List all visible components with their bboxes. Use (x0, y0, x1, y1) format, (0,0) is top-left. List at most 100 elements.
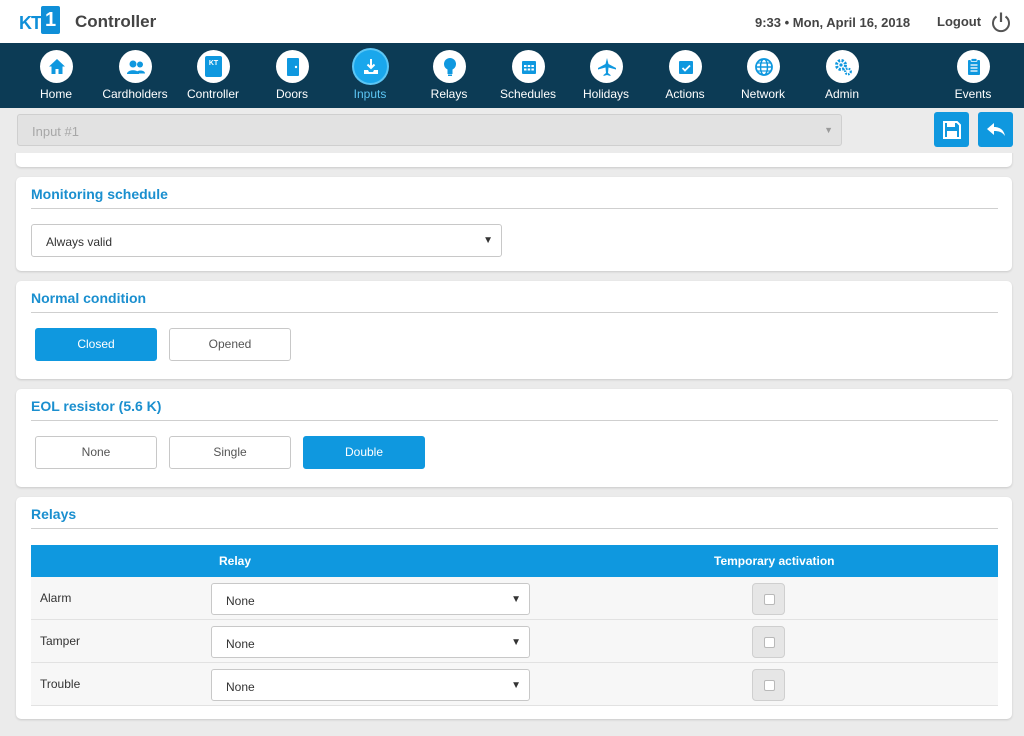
top-header: KT 1 Controller 9:33 • Mon, April 16, 20… (0, 0, 1024, 43)
temporary-activation-checkbox[interactable] (764, 637, 775, 648)
users-icon (119, 50, 152, 83)
divider (31, 208, 998, 209)
divider (31, 312, 998, 313)
logout-link[interactable]: Logout (937, 14, 981, 29)
monitoring-schedule-value: Always valid (46, 235, 113, 249)
relays-table-header: Relay Temporary activation (31, 545, 998, 577)
nav-label-relays: Relays (430, 87, 468, 101)
temporary-activation-checkbox[interactable] (764, 594, 775, 605)
kt1-logo: KT 1 (19, 6, 61, 36)
temporary-activation-checkbox-wrap[interactable] (752, 626, 785, 658)
nav-label-actions: Actions (665, 87, 705, 101)
nav-inputs[interactable]: Inputs (330, 43, 410, 108)
lightbulb-icon (433, 50, 466, 83)
eol-resistor-title: EOL resistor (5.6 K) (31, 398, 162, 414)
column-header-relay: Relay (219, 554, 252, 568)
row-name: Tamper (40, 634, 81, 648)
chevron-down-icon: ▼ (483, 235, 493, 246)
chevron-down-icon: ▼ (511, 680, 521, 691)
column-header-temporary-activation: Temporary activation (714, 554, 835, 568)
nav-label-home: Home (39, 87, 72, 101)
relay-select-value: None (226, 637, 255, 651)
temporary-activation-checkbox-wrap[interactable] (752, 583, 785, 615)
temporary-activation-checkbox-wrap[interactable] (752, 669, 785, 701)
airplane-icon (590, 50, 623, 83)
floppy-disk-icon (942, 120, 961, 139)
row-name: Alarm (40, 591, 72, 605)
globe-icon (747, 50, 780, 83)
relay-select[interactable]: None ▼ (211, 669, 530, 701)
table-row: Trouble None ▼ (31, 663, 998, 706)
logo-number: 1 (41, 6, 60, 34)
nav-label-controller: Controller (186, 87, 240, 101)
clipboard-icon (957, 50, 990, 83)
table-row: Tamper None ▼ (31, 620, 998, 663)
nav-holidays[interactable]: Holidays (566, 43, 646, 108)
home-icon (40, 50, 73, 83)
relay-select[interactable]: None ▼ (211, 583, 530, 615)
nav-network[interactable]: Network (723, 43, 803, 108)
nav-label-network: Network (740, 87, 785, 101)
calendar-icon (512, 50, 545, 83)
current-datetime: 9:33 • Mon, April 16, 2018 (755, 15, 911, 30)
chevron-down-icon: ▼ (511, 594, 521, 605)
power-icon[interactable] (990, 11, 1012, 33)
monitoring-schedule-title: Monitoring schedule (31, 186, 168, 202)
normal-closed-button[interactable]: Closed (35, 328, 157, 361)
nav-actions[interactable]: Actions (645, 43, 725, 108)
temporary-activation-checkbox[interactable] (764, 680, 775, 691)
relay-select-value: None (226, 680, 255, 694)
calendar-check-icon (669, 50, 702, 83)
relay-select[interactable]: None ▼ (211, 626, 530, 658)
divider (31, 528, 998, 529)
nav-label-doors: Doors (275, 87, 308, 101)
eol-resistor-panel: EOL resistor (5.6 K) None Single Double (16, 389, 1012, 487)
content-area[interactable]: Monitoring schedule Always valid ▼ Norma… (0, 153, 1024, 736)
logo-text: KT (19, 13, 42, 33)
nav-cardholders[interactable]: Cardholders (95, 43, 175, 108)
controller-badge: KT (205, 56, 222, 77)
relays-title: Relays (31, 506, 77, 522)
eol-none-button[interactable]: None (35, 436, 157, 469)
normal-condition-panel: Normal condition Closed Opened (16, 281, 1012, 379)
nav-doors[interactable]: Doors (252, 43, 332, 108)
previous-panel (16, 153, 1012, 167)
monitoring-schedule-panel: Monitoring schedule Always valid ▼ (16, 177, 1012, 271)
nav-label-events: Events (954, 87, 992, 101)
controller-icon: KT (197, 50, 230, 83)
nav-label-admin: Admin (824, 87, 859, 101)
main-nav: Home Cardholders KT Controller Doors Inp… (0, 43, 1024, 108)
monitoring-schedule-select[interactable]: Always valid ▼ (31, 224, 502, 257)
eol-single-button[interactable]: Single (169, 436, 291, 469)
relay-select-value: None (226, 594, 255, 608)
nav-controller[interactable]: KT Controller (173, 43, 253, 108)
nav-home[interactable]: Home (16, 43, 96, 108)
normal-opened-button[interactable]: Opened (169, 328, 291, 361)
input-icon (354, 50, 387, 83)
row-name: Trouble (40, 677, 81, 691)
nav-events[interactable]: Events (933, 43, 1013, 108)
nav-label-schedules: Schedules (499, 87, 557, 101)
normal-condition-title: Normal condition (31, 290, 147, 306)
save-button[interactable] (934, 112, 969, 147)
nav-relays[interactable]: Relays (409, 43, 489, 108)
input-selector[interactable]: Input #1 ▼ (17, 114, 842, 146)
input-toolbar: Input #1 ▼ (0, 108, 1024, 153)
back-button[interactable] (978, 112, 1013, 147)
input-selector-value: Input #1 (32, 124, 79, 139)
chevron-down-icon: ▼ (511, 637, 521, 648)
eol-double-button[interactable]: Double (303, 436, 425, 469)
nav-label-cardholders: Cardholders (102, 87, 168, 101)
gears-icon (826, 50, 859, 83)
nav-schedules[interactable]: Schedules (488, 43, 568, 108)
nav-label-inputs: Inputs (353, 87, 387, 101)
nav-label-holidays: Holidays (582, 87, 630, 101)
chevron-down-icon: ▼ (824, 125, 833, 135)
divider (31, 420, 998, 421)
undo-arrow-icon (986, 122, 1005, 136)
table-row: Alarm None ▼ (31, 577, 998, 620)
relays-panel: Relays Relay Temporary activation Alarm … (16, 497, 1012, 719)
nav-admin[interactable]: Admin (802, 43, 882, 108)
app-title: Controller (75, 12, 157, 31)
door-icon (276, 50, 309, 83)
